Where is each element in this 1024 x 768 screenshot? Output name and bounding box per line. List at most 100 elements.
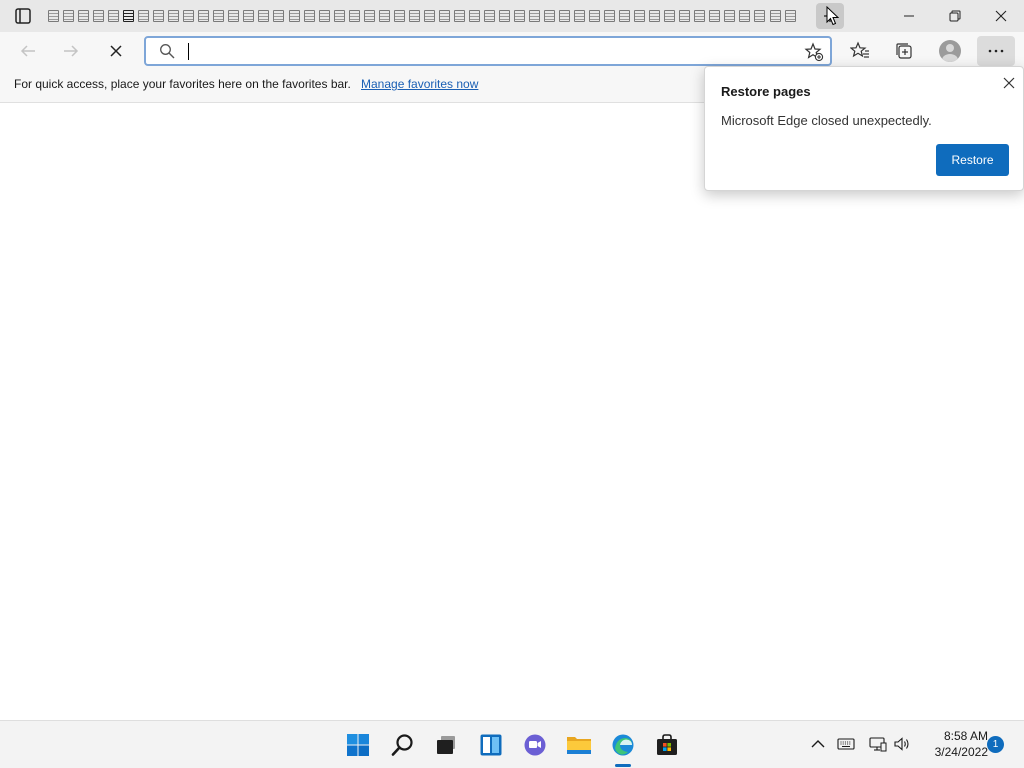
browser-tab[interactable]: [196, 5, 211, 27]
browser-tab[interactable]: [602, 5, 617, 27]
manage-favorites-link[interactable]: Manage favorites now: [361, 77, 478, 91]
page-favicon-icon: [273, 10, 285, 22]
browser-tab[interactable]: [422, 5, 437, 27]
browser-tab[interactable]: [226, 5, 241, 27]
chat-button[interactable]: [518, 728, 552, 762]
browser-tab[interactable]: [662, 5, 677, 27]
page-favicon-icon: [243, 10, 255, 22]
page-favicon-icon: [318, 10, 330, 22]
browser-tab[interactable]: [362, 5, 377, 27]
favorites-button[interactable]: [844, 36, 876, 66]
clock[interactable]: 8:58 AM 3/24/2022: [918, 728, 988, 760]
restore-button[interactable]: Restore: [936, 144, 1009, 176]
show-hidden-icons-button[interactable]: [807, 733, 829, 755]
page-favicon-icon: [288, 10, 300, 22]
minimize-button[interactable]: [886, 0, 932, 32]
page-favicon-icon: [634, 10, 646, 22]
browser-tab[interactable]: [452, 5, 467, 27]
browser-tab[interactable]: [617, 5, 632, 27]
browser-tab[interactable]: [377, 5, 392, 27]
favorites-icon: [850, 41, 869, 58]
browser-tab[interactable]: [587, 5, 602, 27]
browser-tab[interactable]: [557, 5, 572, 27]
page-favicon-icon: [769, 10, 781, 22]
page-favicon-icon: [483, 10, 495, 22]
browser-tab[interactable]: [287, 5, 302, 27]
add-favorite-icon[interactable]: [804, 42, 824, 62]
browser-tab[interactable]: [707, 5, 722, 27]
browser-tab[interactable]: [407, 5, 422, 27]
browser-tab[interactable]: [317, 5, 332, 27]
dialog-close-button[interactable]: [999, 73, 1019, 93]
browser-tab[interactable]: [722, 5, 737, 27]
browser-tab[interactable]: [46, 5, 61, 27]
restore-window-button[interactable]: [932, 0, 978, 32]
browser-tab[interactable]: [572, 5, 587, 27]
browser-tab[interactable]: [151, 5, 166, 27]
network-icon: [869, 737, 887, 752]
page-favicon-icon: [679, 10, 691, 22]
browser-tab[interactable]: [302, 5, 317, 27]
browser-tab[interactable]: [347, 5, 362, 27]
tab-actions-icon[interactable]: [12, 6, 34, 26]
network-button[interactable]: [867, 733, 889, 755]
address-input[interactable]: [186, 41, 786, 61]
browser-tab[interactable]: [181, 5, 196, 27]
file-explorer-button[interactable]: [562, 728, 596, 762]
browser-tab[interactable]: [512, 5, 527, 27]
browser-tab[interactable]: [76, 5, 91, 27]
close-window-button[interactable]: [978, 0, 1024, 32]
back-button[interactable]: [13, 36, 43, 66]
page-favicon-icon: [198, 10, 210, 22]
store-button[interactable]: [650, 728, 684, 762]
browser-tab[interactable]: [542, 5, 557, 27]
notification-badge[interactable]: 1: [987, 736, 1004, 753]
touch-keyboard-button[interactable]: [835, 733, 857, 755]
widgets-button[interactable]: [474, 728, 508, 762]
browser-tab[interactable]: [527, 5, 542, 27]
forward-button[interactable]: [56, 36, 86, 66]
chevron-up-icon: [811, 740, 825, 748]
task-view-button[interactable]: [429, 728, 463, 762]
browser-tab[interactable]: [271, 5, 286, 27]
browser-tab[interactable]: [467, 5, 482, 27]
browser-tab[interactable]: [91, 5, 106, 27]
browser-tab[interactable]: [783, 5, 798, 27]
browser-tab[interactable]: [677, 5, 692, 27]
browser-tab[interactable]: [61, 5, 76, 27]
browser-tab[interactable]: [166, 5, 181, 27]
text-caret: [188, 43, 189, 60]
browser-tab[interactable]: [211, 5, 226, 27]
browser-tab[interactable]: [692, 5, 707, 27]
page-favicon-icon: [183, 10, 195, 22]
page-favicon-icon: [138, 10, 150, 22]
collections-button[interactable]: [888, 36, 920, 66]
address-bar[interactable]: [144, 36, 832, 66]
browser-tab[interactable]: [737, 5, 752, 27]
start-button[interactable]: [341, 728, 375, 762]
task-view-icon: [437, 736, 455, 754]
browser-tab[interactable]: [241, 5, 256, 27]
browser-tab[interactable]: [632, 5, 647, 27]
browser-tab[interactable]: [437, 5, 452, 27]
browser-tab[interactable]: [392, 5, 407, 27]
browser-tab[interactable]: [136, 5, 151, 27]
browser-tab[interactable]: [332, 5, 347, 27]
browser-tab[interactable]: [482, 5, 497, 27]
browser-tab[interactable]: [647, 5, 662, 27]
browser-tab[interactable]: [106, 5, 121, 27]
page-favicon-icon: [258, 10, 270, 22]
profile-button[interactable]: [934, 36, 966, 66]
clock-time: 8:58 AM: [943, 729, 988, 743]
start-icon: [347, 734, 369, 756]
browser-tab[interactable]: [768, 5, 783, 27]
stop-loading-button[interactable]: [101, 36, 131, 66]
browser-tab[interactable]: [497, 5, 512, 27]
taskbar-search-button[interactable]: [386, 728, 420, 762]
settings-and-more-button[interactable]: [977, 36, 1015, 66]
browser-tab[interactable]: [256, 5, 271, 27]
browser-tab[interactable]: [121, 5, 136, 27]
browser-tab[interactable]: [752, 5, 767, 27]
volume-button[interactable]: [891, 733, 913, 755]
edge-taskbar-button[interactable]: [606, 728, 640, 762]
